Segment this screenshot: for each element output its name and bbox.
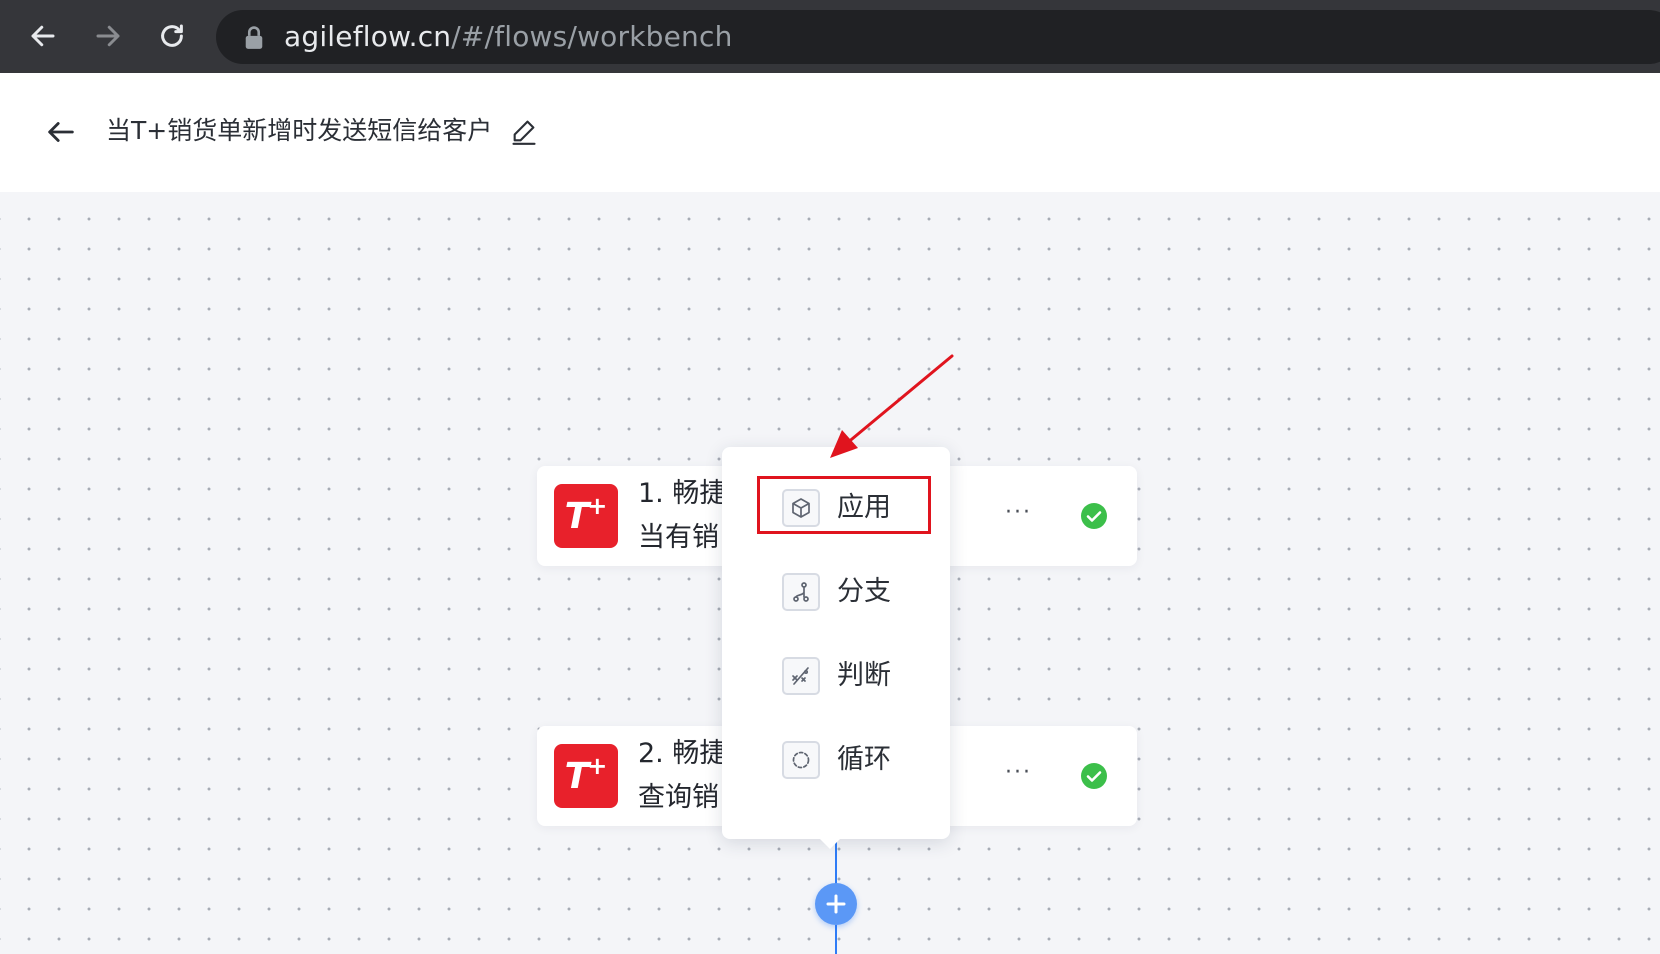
add-step-menu: 应用 分支 判断 循环 — [722, 447, 950, 849]
menu-item-branch[interactable]: 分支 — [782, 570, 922, 614]
lock-icon — [245, 26, 263, 49]
tplus-logo-icon: T + — [554, 744, 618, 808]
url-host: agileflow.cn — [284, 20, 452, 53]
menu-item-label: 循环 — [837, 744, 891, 775]
menu-item-condition[interactable]: 判断 — [782, 654, 922, 698]
logo-plus: + — [587, 752, 608, 780]
menu-item-label: 分支 — [837, 576, 891, 607]
flow-title: 当T+销货单新增时发送短信给客户 — [106, 116, 493, 145]
url-path: /#/flows/workbench — [451, 20, 733, 53]
browser-toolbar: agileflow.cn/#/flows/workbench — [0, 0, 1660, 73]
browser-reload-button[interactable] — [152, 16, 192, 56]
menu-item-loop[interactable]: 循环 — [782, 738, 922, 782]
cube-icon — [782, 489, 820, 527]
back-arrow-icon[interactable] — [44, 115, 78, 149]
check-circle-icon — [1081, 503, 1107, 529]
condition-icon — [782, 657, 820, 695]
logo-plus: + — [587, 492, 608, 520]
more-options-button[interactable]: ··· — [1005, 760, 1032, 785]
menu-item-label: 应用 — [837, 492, 891, 523]
arrow-right-icon — [96, 25, 120, 47]
address-bar[interactable]: agileflow.cn/#/flows/workbench — [216, 10, 1660, 64]
logo-letter: T — [564, 755, 590, 797]
flow-connector — [835, 925, 837, 954]
logo-letter: T — [564, 495, 590, 537]
reload-icon — [161, 24, 183, 47]
loop-icon — [782, 741, 820, 779]
browser-back-button[interactable] — [23, 16, 63, 56]
more-options-button[interactable]: ··· — [1005, 500, 1032, 525]
flow-header: 当T+销货单新增时发送短信给客户 — [0, 73, 1660, 192]
arrow-left-icon — [31, 25, 55, 47]
menu-item-app[interactable]: 应用 — [782, 486, 922, 530]
tplus-logo-icon: T + — [554, 484, 618, 548]
branch-icon — [782, 573, 820, 611]
plus-icon — [826, 894, 846, 914]
address-url: agileflow.cn/#/flows/workbench — [284, 20, 733, 54]
menu-item-label: 判断 — [837, 660, 891, 691]
edit-pencil-icon[interactable] — [510, 117, 538, 145]
check-circle-icon — [1081, 763, 1107, 789]
browser-forward-button[interactable] — [88, 16, 128, 56]
add-step-button[interactable] — [815, 883, 857, 925]
